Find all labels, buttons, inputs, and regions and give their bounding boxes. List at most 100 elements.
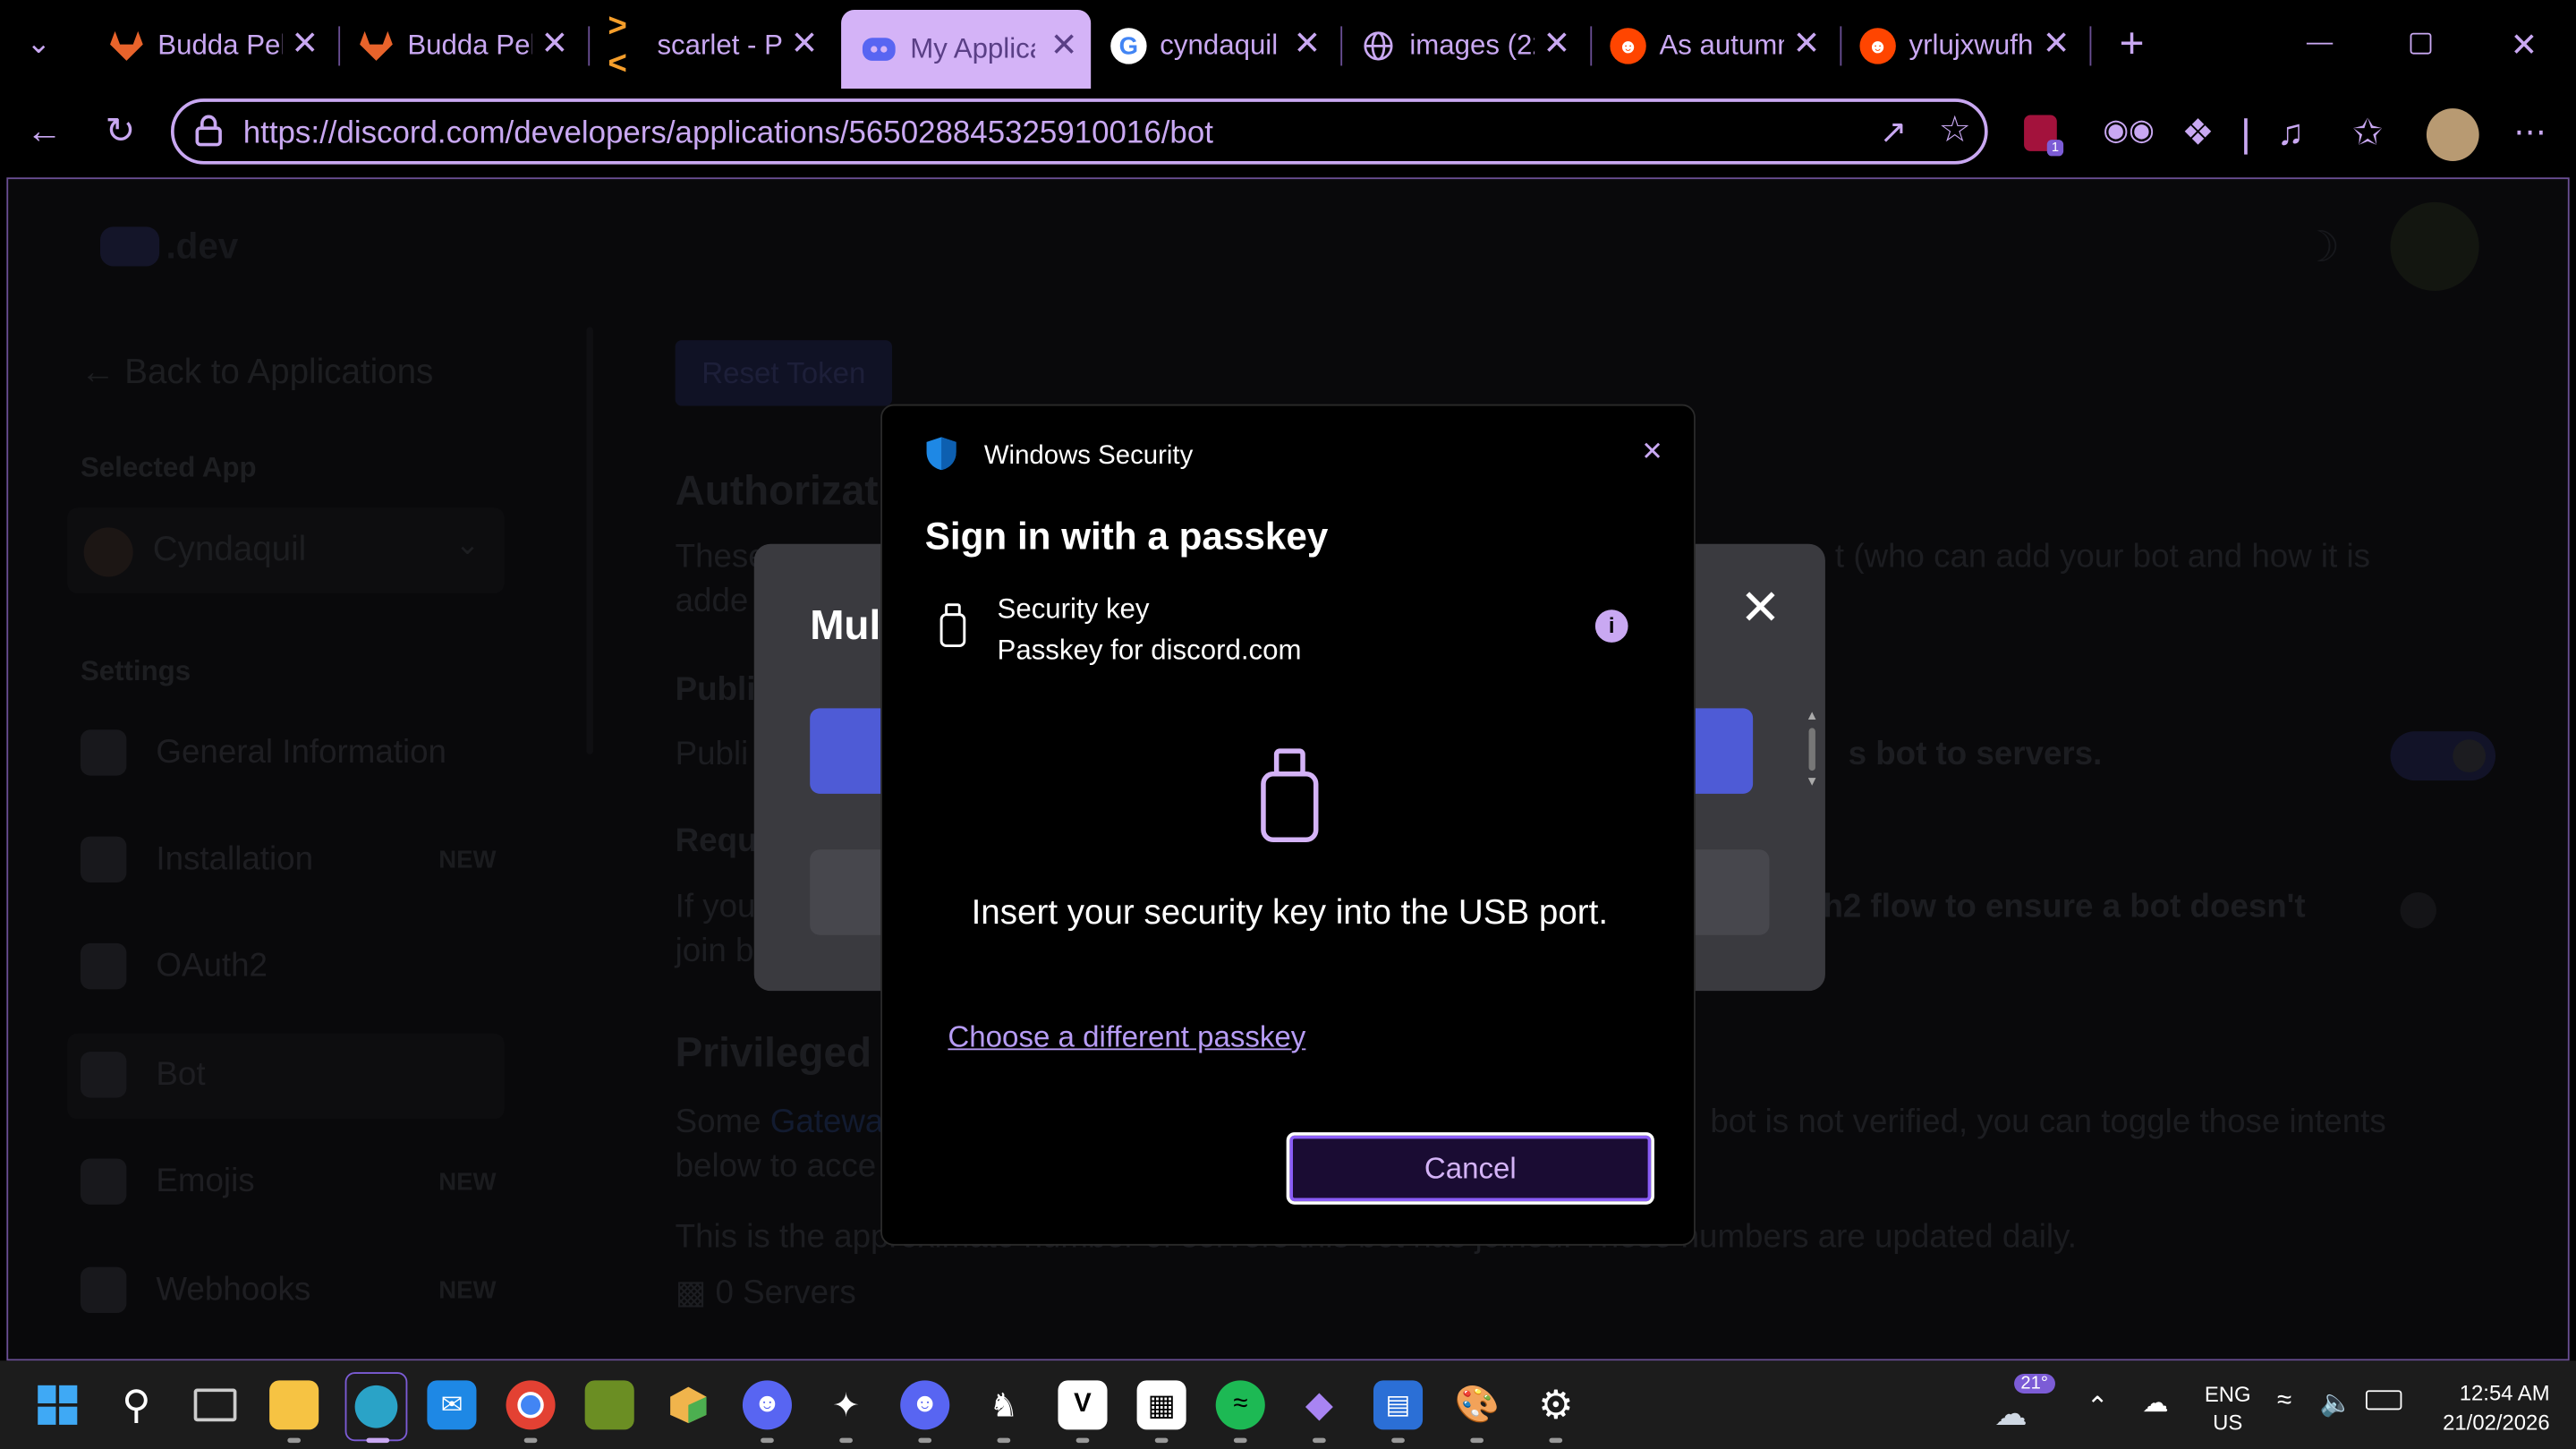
tab-label: cyndaquil xyxy=(1160,30,1279,61)
extensions-puzzle-icon[interactable]: ❖ xyxy=(2181,112,2214,155)
address-bar[interactable]: https://discord.com/developers/applicati… xyxy=(170,98,1988,165)
spotify-icon[interactable]: ≈ xyxy=(1215,1380,1265,1444)
obsidian-icon[interactable]: ◆ xyxy=(1295,1380,1344,1444)
onedrive-icon[interactable]: ☁ xyxy=(2142,1387,2168,1420)
close-icon[interactable]: ✕ xyxy=(1293,28,1321,61)
close-icon[interactable]: ✕ xyxy=(1543,28,1571,61)
tab-budda-pell-1[interactable]: Budda Pell ✕ xyxy=(89,13,332,79)
more-menu-icon[interactable]: ⋯ xyxy=(2513,112,2546,153)
ublock-extension-icon[interactable]: 1 xyxy=(2024,115,2064,157)
windows-security-dialog: Windows Security ✕ Sign in with a passke… xyxy=(880,404,1696,1246)
cat-app-icon[interactable]: ♞ xyxy=(979,1380,1028,1444)
chrome-icon[interactable] xyxy=(506,1380,556,1444)
x-logo-icon: >< xyxy=(608,8,627,82)
edge-browser-icon[interactable] xyxy=(344,1372,408,1444)
close-icon[interactable]: ✕ xyxy=(1050,30,1078,63)
favorites-icon[interactable]: ✩ xyxy=(2352,112,2383,155)
tab-label: As autumn xyxy=(1659,30,1785,61)
tab-cyndaquil[interactable]: G cyndaquil ✕ xyxy=(1091,13,1334,79)
choose-different-passkey-link[interactable]: Choose a different passkey xyxy=(948,1020,1305,1055)
tab-label: Budda Pell xyxy=(157,30,283,61)
wifi-icon[interactable]: ≈ xyxy=(2277,1387,2291,1417)
favorite-star-icon[interactable]: ☆ xyxy=(1939,108,1971,151)
tab-list-chevron-icon[interactable]: ⌄ xyxy=(26,26,51,61)
windows-taskbar: ⚲ ✉ ☻ ✦ ☻ ♞ V ▦ ≈ ◆ ▤ 🎨 ⚙ ☁ 21° ⌃ ☁ ENG … xyxy=(0,1360,2576,1449)
tab-images[interactable]: images (22 ✕ xyxy=(1340,13,1584,79)
battery-icon[interactable] xyxy=(2365,1390,2402,1411)
clock-time: 12:54 AM xyxy=(2459,1380,2550,1405)
address-toolbar: ← ↻ https://discord.com/developers/appli… xyxy=(0,89,2576,178)
language-indicator[interactable]: ENG US xyxy=(2195,1380,2260,1436)
dialog-app-title: Windows Security xyxy=(983,441,1194,471)
clock[interactable]: 12:54 AM 21/02/2026 xyxy=(2425,1378,2550,1437)
tab-my-applications[interactable]: My Applica ✕ xyxy=(841,10,1092,89)
close-icon[interactable]: ✕ xyxy=(291,28,319,61)
cube-app-icon[interactable] xyxy=(664,1380,713,1429)
insert-key-instruction: Insert your security key into the USB po… xyxy=(971,893,1609,933)
restore-button[interactable] xyxy=(2410,32,2432,55)
file-explorer-icon[interactable] xyxy=(269,1380,319,1444)
paint-palette-icon[interactable]: 🎨 xyxy=(1452,1380,1501,1444)
weather-widget[interactable]: ☁ 21° xyxy=(1991,1373,2055,1433)
show-hidden-icons-chevron[interactable]: ⌃ xyxy=(2087,1390,2109,1423)
volume-icon[interactable]: 🔈 xyxy=(2320,1387,2353,1420)
toolbar-divider xyxy=(2244,118,2248,155)
minimize-button[interactable] xyxy=(2306,42,2334,45)
usb-security-key-illustration-icon xyxy=(1257,747,1322,851)
tab-label: Budda Pell xyxy=(407,30,532,61)
docs-icon[interactable]: ▤ xyxy=(1373,1380,1424,1444)
usb-key-icon xyxy=(938,603,967,658)
close-icon[interactable]: ✕ xyxy=(1793,28,1821,61)
qr-app-icon[interactable]: ▦ xyxy=(1136,1380,1186,1444)
clock-date: 21/02/2026 xyxy=(2443,1410,2550,1435)
open-in-app-icon[interactable]: ↗ xyxy=(1879,112,1907,153)
mfa-scroll-up-icon[interactable]: ▲ xyxy=(1806,708,1819,723)
language-code: ENG xyxy=(2204,1382,2251,1407)
dialog-heading: Sign in with a passkey xyxy=(924,514,1329,558)
extension-glasses-icon[interactable]: ◉◉ xyxy=(2103,114,2155,149)
gitlab-icon xyxy=(108,28,144,64)
discord-taskbar-icon[interactable]: ☻ xyxy=(742,1380,793,1444)
mfa-close-icon[interactable]: ✕ xyxy=(1739,580,1781,637)
tab-as-autumn[interactable]: ☻ As autumn ✕ xyxy=(1590,13,1833,79)
profile-avatar[interactable] xyxy=(2426,108,2479,161)
tab-scarlet[interactable]: >< scarlet - P ✕ xyxy=(588,8,831,82)
new-tab-plus-icon[interactable]: + xyxy=(2120,21,2145,64)
reddit-icon: ☻ xyxy=(1610,28,1646,64)
tab-label: yrlujxwufh xyxy=(1909,30,2034,61)
close-window-button[interactable]: ✕ xyxy=(2511,25,2538,66)
osu-app-icon[interactable]: ✦ xyxy=(821,1380,871,1444)
close-icon[interactable]: ✕ xyxy=(791,28,819,61)
gitlab-icon xyxy=(358,28,394,64)
tab-label: images (22 xyxy=(1409,30,1535,61)
close-icon[interactable]: ✕ xyxy=(2043,28,2070,61)
security-key-option-title[interactable]: Security key xyxy=(998,593,1150,626)
refresh-icon[interactable]: ↻ xyxy=(106,113,136,149)
google-icon: G xyxy=(1110,28,1147,64)
cancel-button[interactable]: Cancel xyxy=(1286,1132,1654,1205)
settings-gear-icon[interactable]: ⚙ xyxy=(1531,1380,1580,1444)
shield-icon xyxy=(925,436,958,481)
task-view-icon[interactable] xyxy=(191,1380,240,1429)
minecraft-icon[interactable] xyxy=(584,1380,634,1430)
discord-canary-icon[interactable]: ☻ xyxy=(900,1380,950,1444)
info-icon[interactable]: i xyxy=(1594,609,1628,643)
tab-bar: ⌄ Budda Pell ✕ Budda Pell ✕ >< scarlet -… xyxy=(0,0,2576,89)
close-icon[interactable]: ✕ xyxy=(541,28,569,61)
windows-start-icon[interactable] xyxy=(33,1380,82,1429)
tab-yrlujxwufh[interactable]: ☻ yrlujxwufh ✕ xyxy=(1840,13,2083,79)
weather-temp: 21° xyxy=(2014,1373,2055,1394)
lock-icon[interactable] xyxy=(194,115,224,157)
weather-cloud-icon: ☁ xyxy=(1994,1396,2028,1434)
url-text[interactable]: https://discord.com/developers/applicati… xyxy=(243,116,1213,152)
tab-budda-pell-2[interactable]: Budda Pell ✕ xyxy=(338,13,582,79)
media-control-icon[interactable]: ♫ xyxy=(2277,112,2304,155)
back-arrow-icon[interactable]: ← xyxy=(26,113,62,149)
mail-icon[interactable]: ✉ xyxy=(427,1380,477,1430)
dialog-close-icon[interactable]: ✕ xyxy=(1641,436,1663,469)
vivaldi-icon[interactable]: V xyxy=(1058,1380,1108,1444)
search-icon[interactable]: ⚲ xyxy=(112,1380,161,1429)
mfa-scrollbar[interactable] xyxy=(1808,728,1815,771)
mfa-scroll-down-icon[interactable]: ▼ xyxy=(1806,774,1819,789)
tab-label: My Applica xyxy=(910,32,1035,64)
